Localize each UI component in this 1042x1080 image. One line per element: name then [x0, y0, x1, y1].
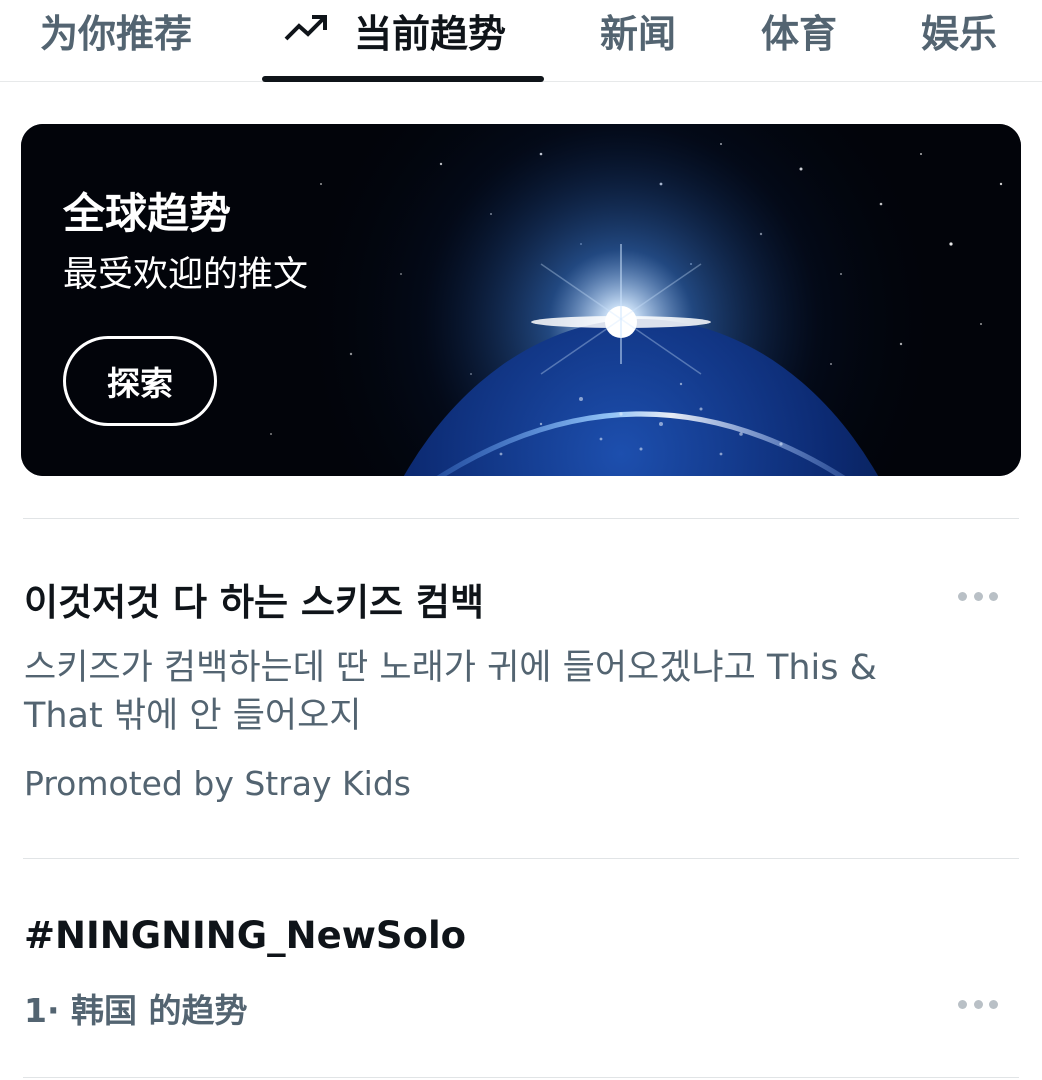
trending-up-icon: [284, 15, 327, 41]
tab-label: 当前趋势: [354, 12, 507, 56]
more-options-icon[interactable]: [958, 998, 998, 1010]
promoted-label: Promoted by Stray Kids: [24, 764, 411, 803]
trend-description: 스키즈가 컴백하는데 딴 노래가 귀에 들어오겠냐고 This & That 밖…: [24, 648, 877, 736]
divider: [23, 518, 1019, 519]
more-options-icon[interactable]: [958, 590, 998, 602]
divider: [23, 1077, 1019, 1078]
explore-tab-bar: 为你推荐 当前趋势 新闻 体育 娱乐: [0, 0, 1042, 82]
tab-entertainment[interactable]: 娱乐: [921, 0, 997, 82]
tab-label: 体育: [761, 12, 838, 56]
tab-trending[interactable]: 当前趋势: [284, 0, 506, 82]
explore-button[interactable]: 探索: [63, 336, 217, 426]
divider: [23, 858, 1019, 859]
tab-label: 娱乐: [921, 12, 998, 56]
tab-news[interactable]: 新闻: [600, 0, 676, 82]
banner-subtitle: 最受欢迎的推文: [63, 255, 309, 295]
tab-label: 新闻: [600, 12, 677, 56]
tab-for-you[interactable]: 为你推荐: [40, 0, 192, 82]
banner-title: 全球趋势: [63, 189, 232, 238]
trend-title: 이것저것 다 하는 스키즈 컴백: [24, 581, 485, 624]
tab-sports[interactable]: 体育: [761, 0, 837, 82]
global-trends-banner[interactable]: 全球趋势 最受欢迎的推文 探索: [21, 124, 1021, 476]
trend-title: #NINGNING_NewSolo: [24, 914, 467, 957]
active-tab-indicator: [262, 76, 544, 82]
tab-label: 为你推荐: [40, 12, 193, 56]
trend-context: 1· 韩国 的趋势: [24, 991, 248, 1030]
